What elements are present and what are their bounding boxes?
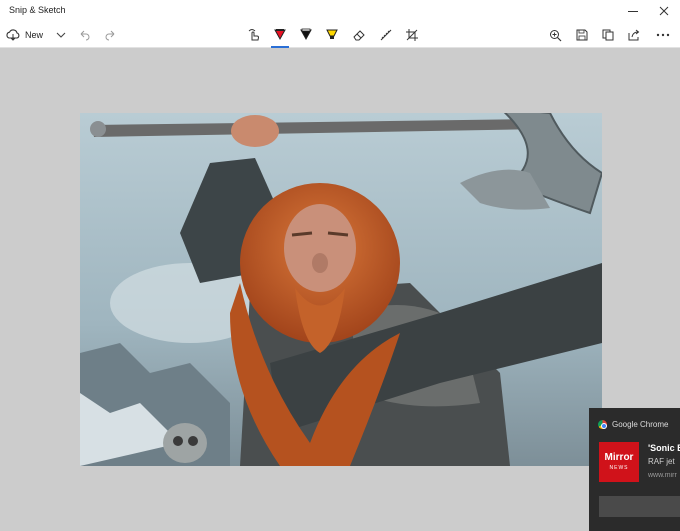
chrome-icon — [598, 420, 607, 429]
touch-writing-icon — [248, 29, 260, 41]
highlighter-icon — [326, 29, 338, 39]
eraser-icon — [353, 30, 365, 41]
highlighter-button[interactable] — [321, 24, 343, 46]
share-icon — [628, 29, 640, 41]
save-button[interactable] — [571, 24, 593, 46]
warrior-artwork — [80, 113, 602, 466]
notification-toast[interactable]: Google Chrome Mirror NEWS 'Sonic B RAF j… — [589, 408, 680, 531]
redo-icon — [105, 30, 115, 41]
chevron-down-icon — [56, 32, 66, 38]
crop-button[interactable] — [401, 24, 423, 46]
pencil-button[interactable] — [295, 24, 317, 46]
app-title: Snip & Sketch — [9, 5, 66, 15]
mirror-logo: Mirror NEWS — [599, 442, 639, 482]
pencil-icon — [300, 28, 312, 41]
redo-button[interactable] — [103, 24, 119, 46]
notification-source: www.mirr — [648, 472, 677, 479]
ballpoint-pen-button[interactable] — [269, 24, 291, 48]
more-button[interactable] — [651, 24, 675, 46]
close-button[interactable] — [648, 0, 680, 22]
notification-body: RAF jet — [648, 457, 675, 466]
ruler-button[interactable] — [375, 24, 397, 46]
mirror-logo-text: Mirror — [604, 452, 634, 463]
ballpoint-pen-icon — [274, 29, 286, 41]
share-button[interactable] — [623, 24, 645, 46]
save-icon — [576, 29, 588, 41]
captured-image[interactable] — [80, 113, 602, 466]
maximize-button[interactable] — [618, 0, 650, 22]
notification-action-button[interactable] — [599, 496, 680, 517]
notification-app-header: Google Chrome — [598, 420, 668, 429]
close-icon — [659, 6, 669, 16]
new-label: New — [25, 30, 44, 40]
notification-app-name: Google Chrome — [612, 420, 669, 429]
mirror-logo-subtext: NEWS — [609, 465, 629, 471]
title-bar: Snip & Sketch — [0, 0, 680, 22]
new-snip-dropdown[interactable] — [54, 24, 68, 46]
copy-button[interactable] — [597, 24, 619, 46]
undo-icon — [80, 30, 90, 41]
eraser-button[interactable] — [348, 24, 370, 46]
toolbar: New — [0, 22, 680, 48]
zoom-icon — [549, 29, 561, 41]
ruler-icon — [380, 29, 392, 41]
undo-button[interactable] — [76, 24, 92, 46]
touch-writing-button[interactable] — [243, 24, 265, 46]
notification-title: 'Sonic B — [648, 443, 680, 453]
zoom-button[interactable] — [544, 24, 566, 46]
crop-icon — [406, 29, 418, 41]
new-snip-icon — [6, 29, 20, 41]
more-icon — [656, 33, 670, 37]
copy-icon — [602, 29, 614, 41]
